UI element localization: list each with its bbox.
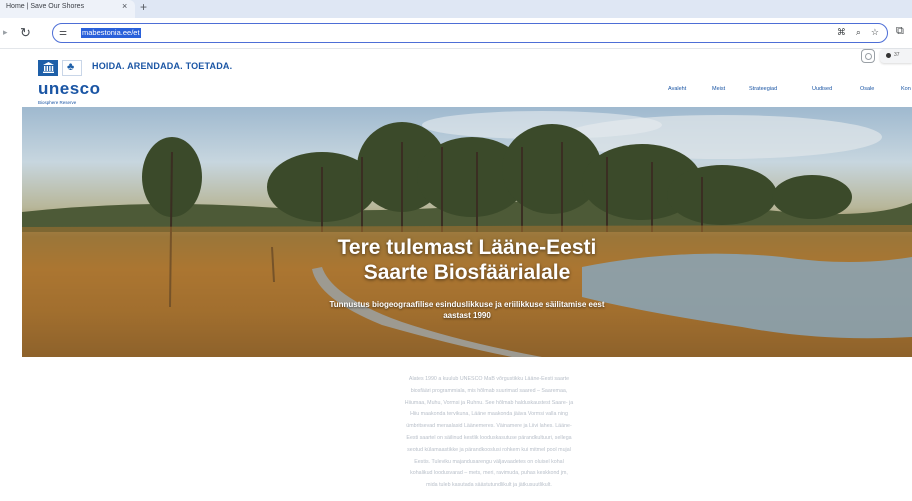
url-text[interactable]: mabestonia.ee/et bbox=[81, 28, 141, 38]
nav-item-strateegiad[interactable]: Strateegiad bbox=[749, 86, 777, 92]
temple-icon bbox=[43, 62, 54, 73]
hero-subtitle-line: aastast 1990 bbox=[443, 311, 491, 320]
tab-strip: Home | Save Our Shores × + bbox=[0, 0, 912, 18]
close-icon[interactable]: × bbox=[122, 1, 127, 11]
intro-line: Alates 1990 a kuulub UNESCO MaB võrgusti… bbox=[408, 376, 570, 382]
site-tagline: HOIDA. ARENDADA. TOETADA. bbox=[92, 61, 233, 71]
intro-line: Eesti saartel on säilinud kestlik loodus… bbox=[406, 434, 572, 441]
nav-item-avaleht[interactable]: Avaleht bbox=[668, 86, 686, 92]
site-info-icon[interactable]: ⚌ bbox=[59, 27, 67, 38]
browser-tab[interactable]: Home | Save Our Shores × bbox=[0, 0, 135, 18]
hero-title-line: Tere tulemast Lääne-Eesti bbox=[337, 236, 597, 259]
forward-icon[interactable]: ▸ bbox=[3, 27, 8, 38]
new-tab-icon[interactable]: + bbox=[140, 0, 147, 14]
tab-title: Home | Save Our Shores bbox=[6, 3, 85, 10]
intro-line: kohalikud loodusvarad – mets, meri, ravi… bbox=[410, 470, 568, 477]
intro-line: seotud külamaastikke ja pärandkooslusi r… bbox=[407, 446, 571, 453]
nav-item-kontakt[interactable]: Kon bbox=[901, 86, 911, 92]
nav-item-uudised[interactable]: Uudised bbox=[812, 86, 832, 92]
hero-subtitle: Tunnustus biogeograafilise esinduslikkus… bbox=[22, 299, 912, 321]
hero-banner: Tere tulemast Lääne-Eesti Saarte Biosfää… bbox=[22, 107, 912, 357]
cloud-icon bbox=[886, 53, 891, 58]
address-bar-actions: ⌘ ⌕ ☆ bbox=[837, 27, 879, 38]
zoom-icon[interactable]: ⌕ bbox=[856, 27, 861, 38]
browser-toolbar: ▸ ↻ ⚌ mabestonia.ee/et ⌘ ⌕ ☆ ⧉ bbox=[0, 18, 912, 49]
intro-line: ümbritsevad meraalasid Läänemeres. Väina… bbox=[406, 423, 572, 430]
intro-line: Hiiumaa, Muhu, Vormsi ja Ruhnu. See hõlm… bbox=[404, 399, 574, 406]
site-header: ♣ unesco Biosphere Reserve HOIDA. ARENDA… bbox=[0, 49, 912, 107]
hero-title: Tere tulemast Lääne-Eesti Saarte Biosfää… bbox=[22, 235, 912, 285]
translate-icon[interactable]: ⌘ bbox=[837, 27, 846, 38]
nav-item-osale[interactable]: Osale bbox=[860, 86, 874, 92]
nav-item-meist[interactable]: Meist bbox=[712, 86, 725, 92]
plant-icon: ♣ bbox=[67, 61, 75, 73]
extensions-icon[interactable]: ⧉ bbox=[896, 25, 904, 38]
brand-subtitle: Biosphere Reserve bbox=[38, 100, 77, 105]
star-icon[interactable]: ☆ bbox=[871, 27, 879, 38]
intro-line: Eestis. Tuleviku majandusarengu väljavaa… bbox=[414, 458, 564, 465]
intro-line: Hiiu maakonda tervikuna, Lääne maakonda … bbox=[410, 411, 568, 418]
reload-icon[interactable]: ↻ bbox=[20, 25, 31, 41]
hero-title-line: Saarte Biosfäärialale bbox=[363, 261, 571, 284]
floating-chip[interactable]: 37 bbox=[880, 49, 912, 63]
hero-subtitle-line: Tunnustus biogeograafilise esinduslikkus… bbox=[329, 300, 605, 309]
address-bar[interactable]: ⚌ mabestonia.ee/et ⌘ ⌕ ☆ bbox=[52, 23, 888, 43]
brand-name[interactable]: unesco bbox=[38, 79, 101, 99]
chip-label: 37 bbox=[894, 52, 900, 58]
intro-line: mida tuleb kasutada säästutundlikult ja … bbox=[426, 482, 552, 489]
instagram-icon[interactable] bbox=[861, 49, 875, 63]
intro-line: biosfääri programmiala, mis hõlmab suuri… bbox=[410, 387, 568, 394]
intro-paragraph: Alates 1990 a kuulub UNESCO MaB võrgusti… bbox=[346, 374, 632, 492]
